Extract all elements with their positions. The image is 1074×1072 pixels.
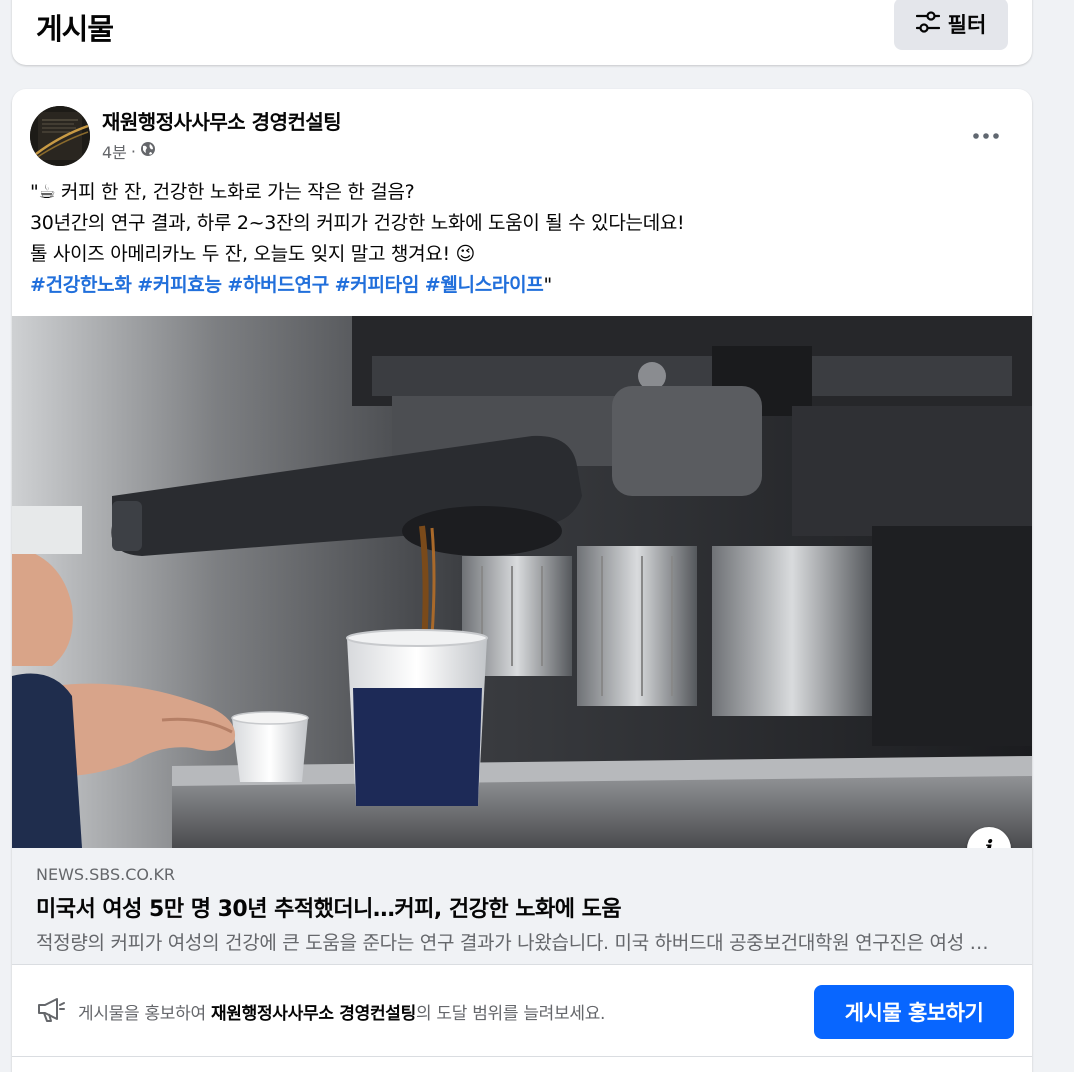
link-domain: NEWS.SBS.CO.KR [36, 865, 176, 884]
page-title: 게시물 [36, 12, 114, 46]
globe-icon [140, 141, 156, 161]
winking-face-emoji-icon: 😉 [455, 243, 476, 265]
avatar[interactable] [30, 106, 90, 166]
more-options-button[interactable] [962, 113, 1010, 153]
link-title[interactable]: 미국서 여성 5만 명 30년 추적했더니…커피, 건강한 노화에 도움 [36, 891, 622, 923]
coffee-emoji-icon: ☕ [38, 181, 56, 203]
meta-separator: · [130, 141, 136, 161]
hashtag-link[interactable]: #커피효능 [137, 274, 222, 296]
post-meta: 4분 · [102, 139, 156, 163]
post-text-line-2: 30년간의 연구 결과, 하루 2~3잔의 커피가 건강한 노화에 도움이 될 … [30, 212, 685, 234]
hashtag-link[interactable]: #하버드연구 [227, 274, 329, 296]
filter-label: 필터 [947, 13, 987, 37]
hashtag-link[interactable]: #웰니스라이프 [425, 274, 544, 296]
promote-post-button[interactable]: 게시물 홍보하기 [814, 985, 1014, 1039]
promote-message: 게시물을 홍보하여 재원행정사사무소 경영컨설팅의 도달 범위를 늘려보세요. [78, 999, 605, 1024]
promote-text-before: 게시물을 홍보하여 [78, 1004, 211, 1024]
hashtag-link[interactable]: #커피타임 [335, 274, 420, 296]
link-preview[interactable]: NEWS.SBS.CO.KR 미국서 여성 5만 명 30년 추적했더니…커피,… [12, 848, 1032, 964]
hashtag-link[interactable]: #건강한노화 [30, 274, 132, 296]
promote-row: 게시물을 홍보하여 재원행정사사무소 경영컨설팅의 도달 범위를 늘려보세요. … [12, 964, 1032, 1056]
divider [12, 1056, 1032, 1057]
promote-page-name: 재원행정사사무소 경영컨설팅 [210, 1004, 416, 1024]
post-text-line-3: 톨 사이즈 아메리카노 두 잔, 오늘도 잊지 말고 챙겨요! 😉 [30, 239, 1010, 270]
filter-button[interactable]: 필터 [894, 0, 1008, 50]
post-text: "☕ 커피 한 잔, 건강한 노화로 가는 작은 한 걸음? 30년간의 연구 … [30, 177, 1010, 301]
promote-text-after: 의 도달 범위를 늘려보세요. [415, 1004, 606, 1024]
post-text-line-3-content: 톨 사이즈 아메리카노 두 잔, 오늘도 잊지 말고 챙겨요! [30, 243, 456, 265]
close-quote: " [543, 274, 552, 296]
post-card: 재원행정사사무소 경영컨설팅 4분 · "☕ 커피 한 잔, 건강한 노화로 가… [12, 89, 1032, 1072]
more-icon [973, 124, 999, 143]
megaphone-icon [36, 996, 66, 1028]
link-preview-image[interactable] [12, 316, 1032, 848]
post-text-line-1: "☕ 커피 한 잔, 건강한 노화로 가는 작은 한 걸음? [30, 177, 1010, 208]
post-author[interactable]: 재원행정사사무소 경영컨설팅 [102, 106, 342, 135]
posts-header-card: 게시물 필터 [12, 0, 1032, 65]
post-text-line-1-content: 커피 한 잔, 건강한 노화로 가는 작은 한 걸음? [55, 181, 415, 203]
link-description: 적정량의 커피가 여성의 건강에 큰 도움을 준다는 연구 결과가 나왔습니다.… [36, 932, 996, 954]
post-time[interactable]: 4분 [102, 139, 127, 163]
sliders-icon [915, 10, 940, 38]
hashtag-line: #건강한노화 #커피효능 #하버드연구 #커피타임 #웰니스라이프" [30, 270, 1010, 301]
